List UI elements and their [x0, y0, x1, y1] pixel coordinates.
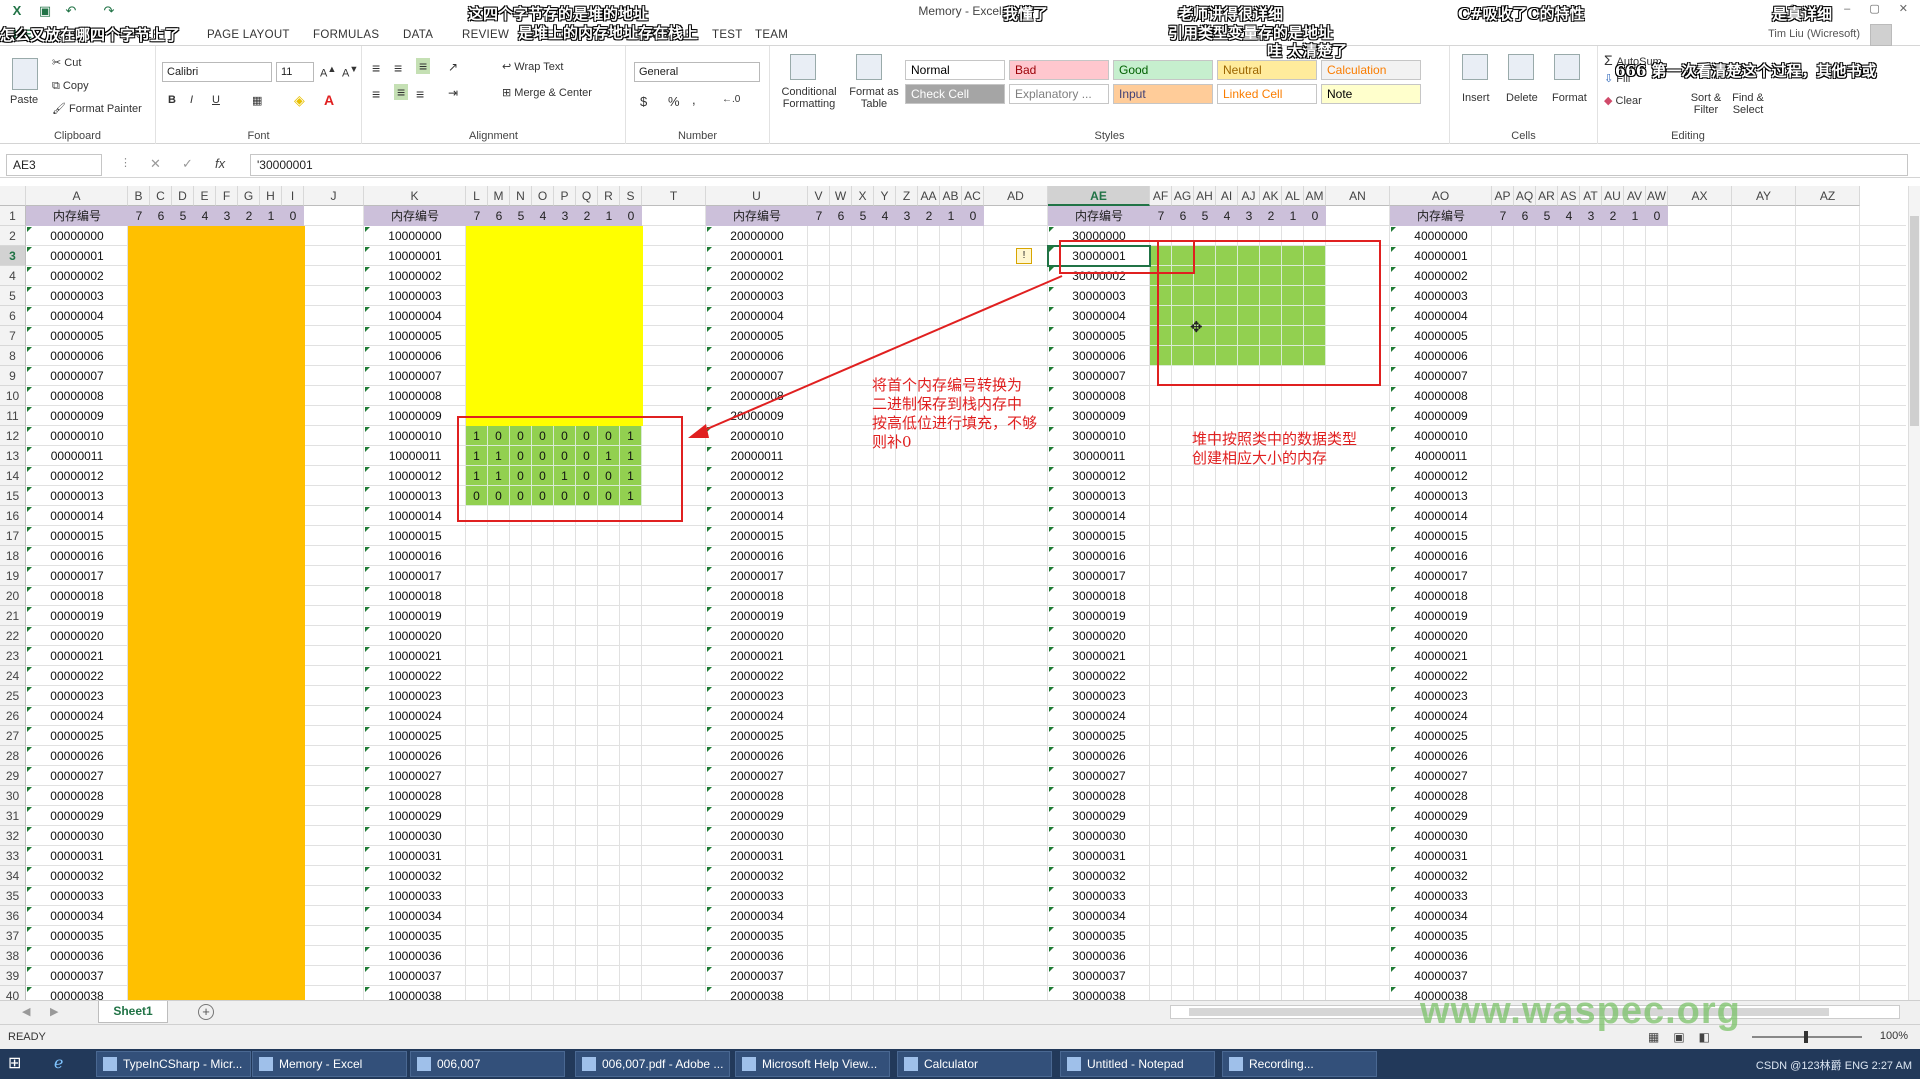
danmaku-comment: 是真详细 [1772, 5, 1833, 23]
danmaku-comment: C#吸收了C的特性 [1458, 5, 1585, 23]
pointer-arrow [688, 275, 1063, 438]
danmaku-comment: 我懂了 [1003, 5, 1049, 23]
danmaku-comment: 666 第一次看清楚这个过程，其他书或 [1615, 62, 1877, 80]
watermark: www.waspec.org [1420, 990, 1741, 1032]
danmaku-comment: 这四个字节存的是堆的地址 [468, 5, 649, 23]
excel-window: X ▣ ↶ ↷ Memory - Excel FILE HOME INSERT … [0, 0, 1920, 1079]
cursor-icon: ✥ [1190, 319, 1203, 336]
danmaku-comment: 是堆上的内存地址存在栈上 [518, 24, 699, 42]
danmaku-comment: 老师讲得很详细 [1178, 5, 1284, 23]
danmaku-comment: 怎么又放在哪四个字节上了 [0, 26, 181, 44]
danmaku-comment: 哇 太清楚了 [1267, 42, 1348, 60]
